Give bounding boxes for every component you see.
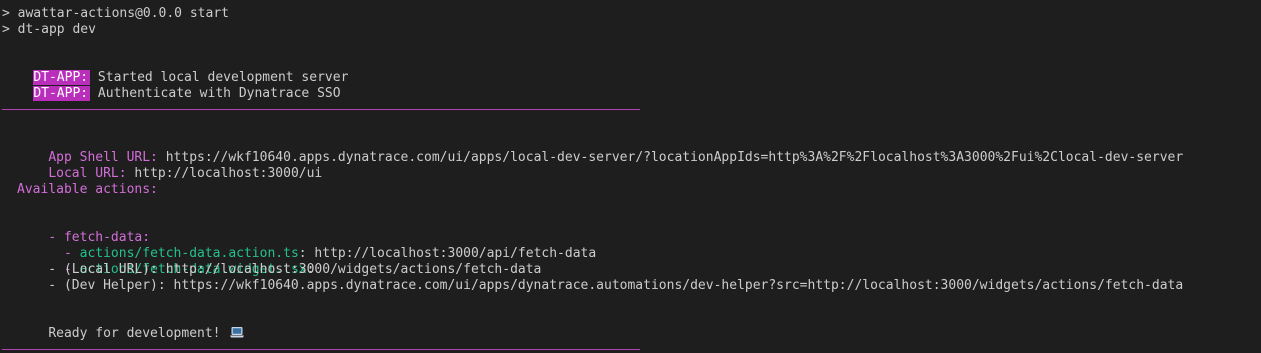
divider-top — [2, 109, 640, 110]
ready-line: Ready for development! — [17, 310, 245, 341]
local-url-link[interactable]: http://localhost:3000/ui — [127, 166, 322, 181]
terminal-output[interactable]: > awattar-actions@0.0.0 start > dt-app d… — [0, 0, 1261, 353]
action-group: - fetch-data: — [17, 214, 150, 245]
dt-app-badge: DT-APP: — [33, 86, 91, 101]
widget-dev-helper-url[interactable]: - (Dev Helper): https://wkf10640.apps.dy… — [17, 278, 1183, 294]
available-actions-heading: Available actions: — [17, 182, 158, 197]
command-line-start: > awattar-actions@0.0.0 start — [2, 6, 229, 21]
divider-bottom — [2, 349, 640, 350]
action-file-line: - actions/fetch-data.action.ts: http://l… — [17, 230, 596, 261]
ready-text: Ready for development! — [48, 326, 221, 341]
command-line-dev: > dt-app dev — [2, 22, 96, 37]
log-line-started: DT-APP: Started local development server — [2, 54, 348, 85]
log-message: Authenticate with Dynatrace SSO — [90, 86, 341, 101]
action-file-url[interactable]: : http://localhost:3000/api/fetch-data — [299, 246, 596, 261]
laptop-icon — [230, 327, 245, 338]
local-url-line: Local URL: http://localhost:3000/ui — [17, 150, 322, 181]
local-url-label: Local URL: — [48, 166, 127, 181]
log-line-authenticate: DT-APP: Authenticate with Dynatrace SSO — [2, 70, 341, 101]
widget-local-url[interactable]: - (Local URL): http://localhost:3000/wid… — [17, 262, 541, 278]
widget-file-line: - actions/fetch-data.widget.tsx: — [17, 246, 314, 277]
app-shell-url-line: App Shell URL: https://wkf10640.apps.dyn… — [17, 134, 1183, 165]
